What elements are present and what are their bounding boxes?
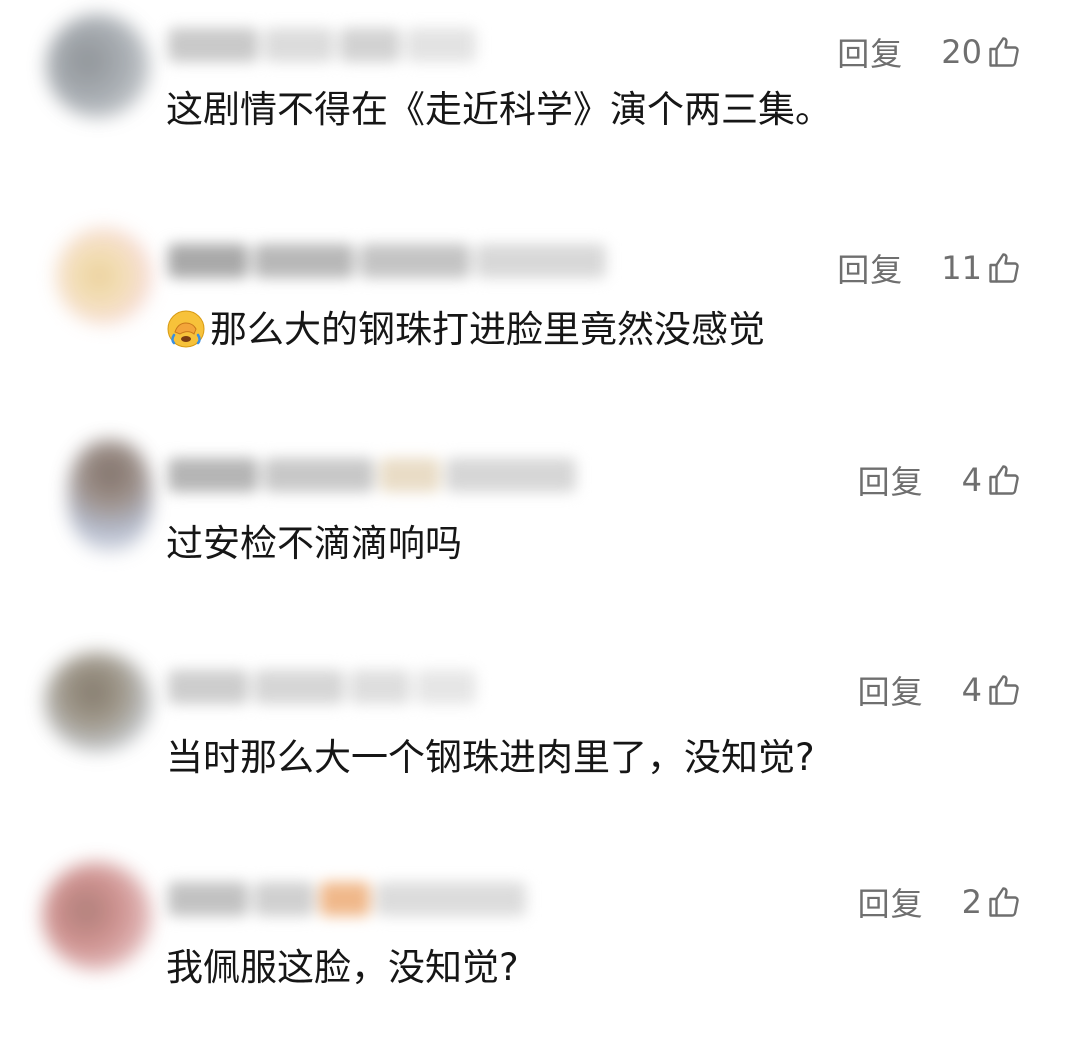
username-blurred[interactable] [168,664,476,710]
comment-text: 那么大的钢珠打进脸里竟然没感觉 [166,306,765,354]
thumbs-up-icon[interactable] [986,672,1022,708]
like-count[interactable]: 4 [962,671,982,709]
like-count[interactable]: 2 [962,883,982,921]
comment-item: 回复 2 我佩服这脸，没知觉? [0,848,1080,1048]
thumbs-up-icon[interactable] [986,250,1022,286]
reply-button[interactable]: 回复 [837,29,903,75]
comment-item: 回复 4 当时那么大一个钢珠进肉里了，没知觉? [0,636,1080,836]
reply-button[interactable]: 回复 [858,879,924,925]
reply-button[interactable]: 回复 [837,245,903,291]
comment-text-content: 这剧情不得在《走近科学》演个两三集。 [166,88,832,131]
comment-text-content: 我佩服这脸，没知觉? [166,946,519,989]
username-blurred[interactable] [168,876,526,922]
like-count[interactable]: 20 [941,33,982,71]
like-count[interactable]: 4 [962,461,982,499]
username-blurred[interactable] [168,238,606,284]
comment-text: 这剧情不得在《走近科学》演个两三集。 [166,86,832,134]
thumbs-up-icon[interactable] [986,34,1022,70]
comment-actions: 回复 20 [837,28,1022,76]
avatar[interactable] [44,652,152,752]
username-blurred[interactable] [168,452,576,498]
reply-button[interactable]: 回复 [858,667,924,713]
thumbs-up-icon[interactable] [986,884,1022,920]
username-blurred[interactable] [168,22,476,68]
avatar[interactable] [56,228,152,324]
comment-text-content: 那么大的钢珠打进脸里竟然没感觉 [210,308,765,351]
comment-actions: 回复 2 [858,878,1022,926]
reply-button[interactable]: 回复 [858,457,924,503]
comment-actions: 回复 4 [858,666,1022,714]
comment-item: 回复 11 那么大的钢珠打进脸里竟然没感觉 [0,212,1080,412]
comment-text-content: 当时那么大一个钢珠进肉里了，没知觉? [166,736,815,779]
comment-text: 当时那么大一个钢珠进肉里了，没知觉? [166,734,815,782]
comment-item: 回复 4 过安检不滴滴响吗 [0,424,1080,624]
like-count[interactable]: 11 [941,249,982,287]
avatar[interactable] [46,14,150,118]
comment-actions: 回复 11 [837,244,1022,292]
avatar[interactable] [42,862,152,970]
thumbs-up-icon[interactable] [986,462,1022,498]
comment-text: 我佩服这脸，没知觉? [166,944,519,992]
avatar[interactable] [68,440,152,552]
face-with-hand-over-eyes-crying-icon [167,310,205,348]
comment-actions: 回复 4 [858,456,1022,504]
comment-item: 回复 20 这剧情不得在《走近科学》演个两三集。 [0,0,1080,200]
comment-text-content: 过安检不滴滴响吗 [166,522,462,565]
comment-list: 回复 20 这剧情不得在《走近科学》演个两三集。 回复 11 那么大的钢珠打进脸… [0,0,1080,1042]
comment-text: 过安检不滴滴响吗 [166,520,462,568]
